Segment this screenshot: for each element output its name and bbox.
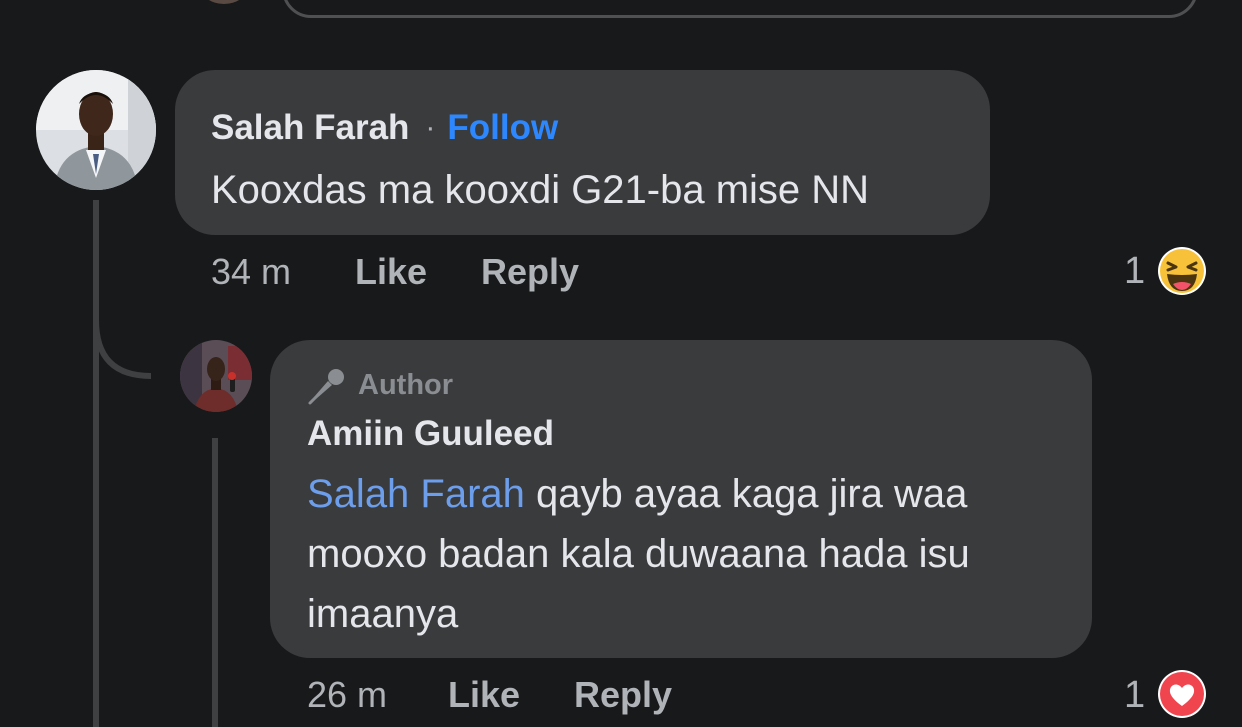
comment-text: Kooxdas ma kooxdi G21-ba mise NN — [211, 168, 870, 212]
follow-button[interactable]: Follow — [447, 108, 558, 148]
thread-line-main — [93, 200, 99, 727]
reply-text-line-1-rest: qayb ayaa kaga jira waa — [524, 472, 968, 516]
love-heart-icon[interactable] — [1157, 669, 1207, 719]
reply-text: Salah Farah qayb ayaa kaga jira waa moox… — [307, 464, 970, 644]
avatar-salah-farah[interactable] — [36, 70, 156, 190]
comment-reply-button[interactable]: Reply — [481, 251, 579, 293]
author-badge-label: Author — [358, 369, 454, 401]
reply-reply-button[interactable]: Reply — [574, 674, 672, 716]
previous-comment-avatar — [200, 0, 248, 4]
mention-link[interactable]: Salah Farah — [307, 472, 525, 516]
reply-author-name[interactable]: Amiin Guuleed — [307, 414, 554, 454]
separator-dot: · — [425, 111, 436, 144]
reply-reaction-count[interactable]: 1 — [1124, 674, 1145, 717]
comment-timestamp[interactable]: 34 m — [211, 251, 291, 293]
haha-emoji-icon[interactable] — [1157, 246, 1207, 296]
avatar-amiin-guuleed[interactable] — [180, 340, 252, 412]
comment-header: Salah Farah · Follow — [211, 106, 558, 150]
thread-line-reply — [212, 438, 218, 727]
reply-text-line-2: mooxo badan kala duwaana hada isu — [307, 532, 970, 576]
comment-author-name[interactable]: Salah Farah — [211, 108, 409, 148]
thread-branch-connector — [93, 320, 152, 379]
comment-reaction-count[interactable]: 1 — [1124, 250, 1145, 293]
reply-like-button[interactable]: Like — [448, 674, 520, 716]
previous-comment-box[interactable] — [282, 0, 1198, 18]
comment-like-button[interactable]: Like — [355, 251, 427, 293]
reply-text-line-1: Salah Farah qayb ayaa kaga jira waa — [307, 464, 970, 524]
reply-text-line-3: imaanya — [307, 592, 459, 636]
reply-timestamp[interactable]: 26 m — [307, 674, 387, 716]
microphone-icon — [308, 369, 344, 405]
